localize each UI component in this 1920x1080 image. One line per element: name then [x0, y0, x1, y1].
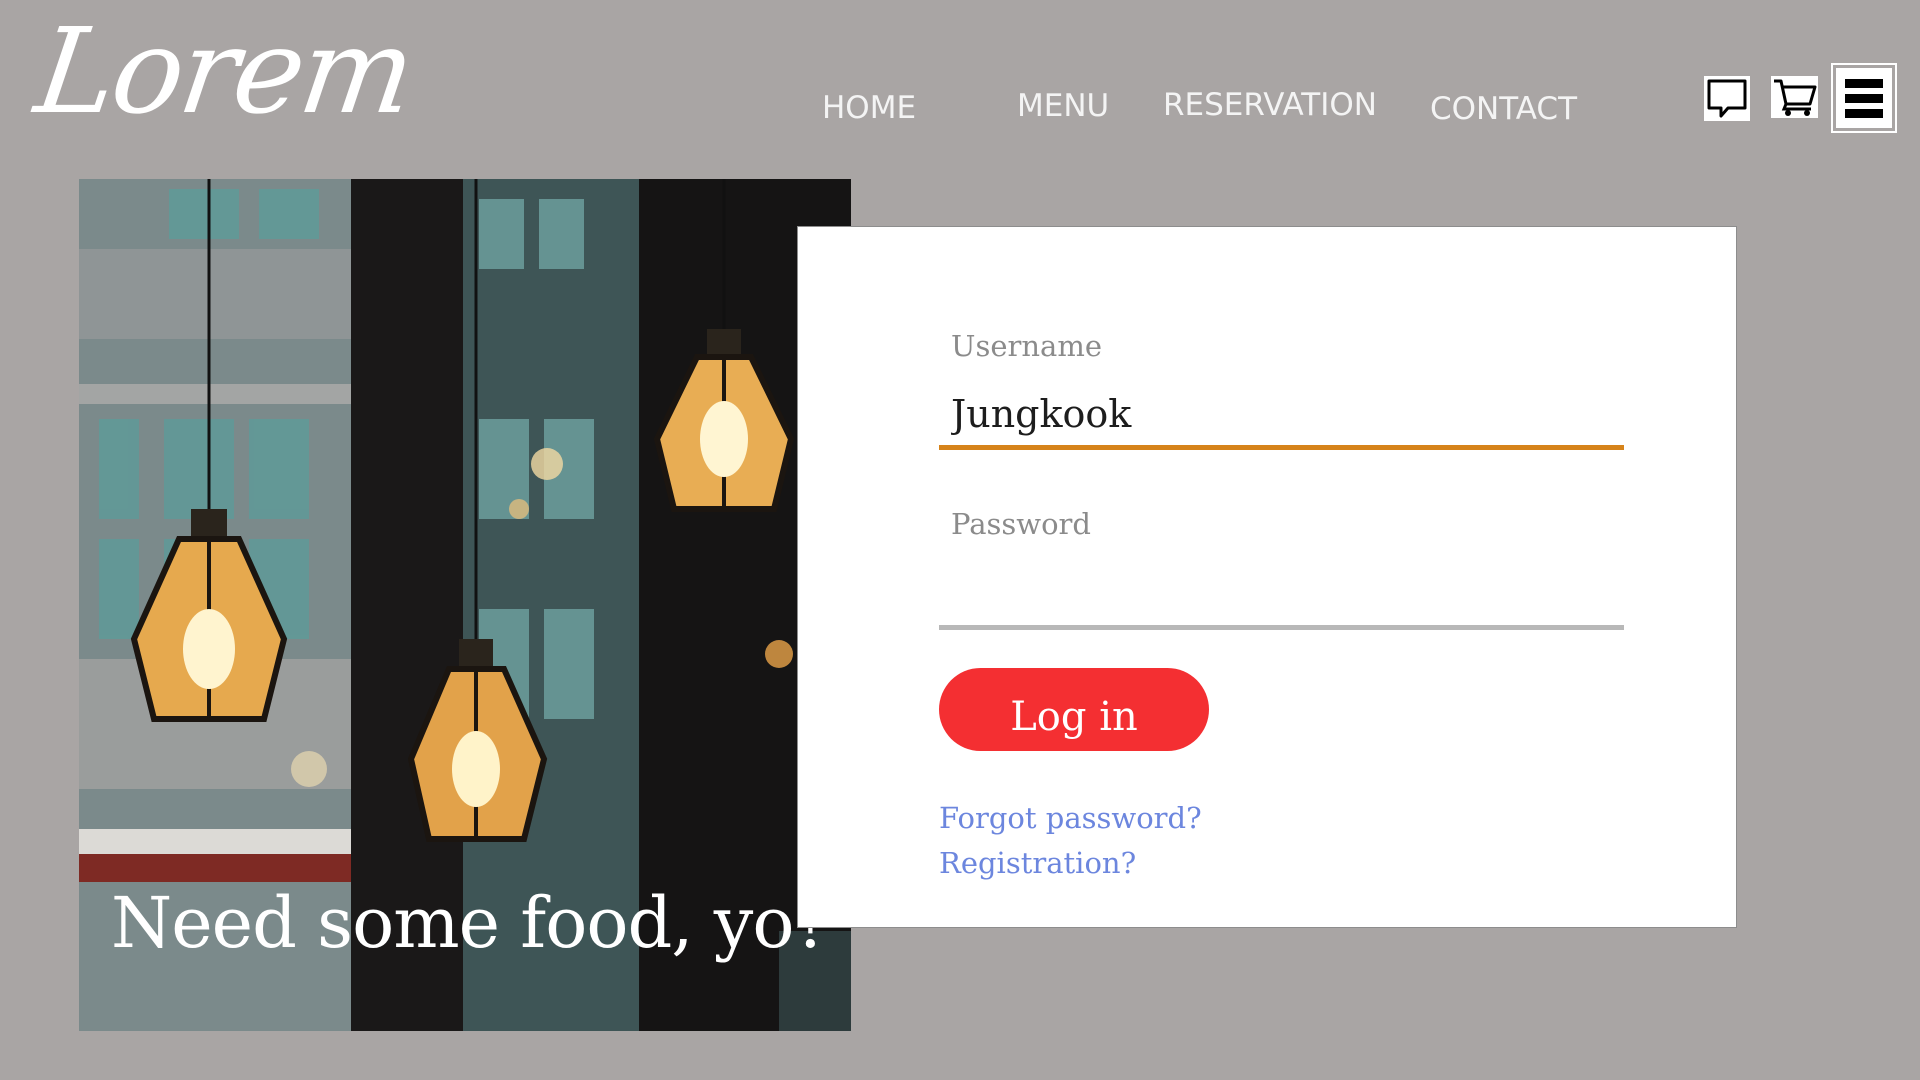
- menu-button[interactable]: [1831, 63, 1897, 133]
- login-button[interactable]: Log in: [939, 668, 1209, 751]
- login-card: Username Password Log in Forgot password…: [797, 226, 1737, 928]
- nav-item-home[interactable]: HOME: [822, 90, 916, 126]
- hero-tagline: Need some food, yo?: [111, 882, 831, 964]
- nav-item-contact[interactable]: CONTACT: [1430, 91, 1577, 127]
- password-input[interactable]: [939, 562, 1624, 630]
- username-input[interactable]: [939, 382, 1624, 450]
- menu-icon: [1845, 79, 1883, 118]
- forgot-password-link[interactable]: Forgot password?: [939, 801, 1202, 835]
- username-label: Username: [951, 329, 1102, 363]
- cart-button[interactable]: [1771, 76, 1818, 118]
- chat-button[interactable]: [1704, 76, 1750, 121]
- brand-logo[interactable]: Lorem: [28, 2, 420, 140]
- nav-item-menu[interactable]: MENU: [1017, 88, 1109, 124]
- registration-link[interactable]: Registration?: [939, 846, 1136, 880]
- password-label: Password: [951, 507, 1091, 541]
- nav-item-reservation[interactable]: RESERVATION: [1163, 87, 1377, 123]
- chat-icon: [1707, 79, 1747, 118]
- cart-icon: [1774, 79, 1817, 116]
